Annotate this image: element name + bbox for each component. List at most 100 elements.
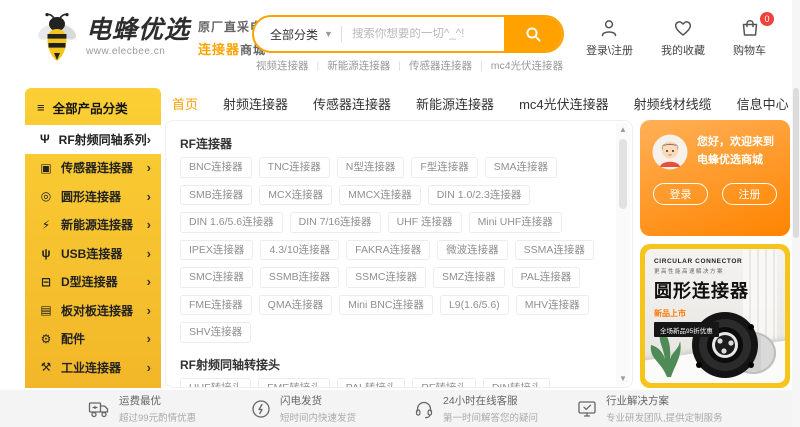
category-tag[interactable]: DIN 1.0/2.3连接器 xyxy=(428,185,531,206)
sidebar-item[interactable]: ΨRF射频同轴系列› xyxy=(25,125,161,154)
category-tag[interactable]: DIN 7/16连接器 xyxy=(290,212,381,233)
sidebar-item[interactable]: ⚡新能源连接器› xyxy=(25,211,161,240)
footer-item-support: 24小时在线客服 第一时间解答您的疑问 xyxy=(414,393,577,424)
sidebar-item-label: D型连接器 xyxy=(61,273,147,290)
chevron-right-icon: › xyxy=(147,189,151,204)
tag-group: UHF转接头FME转接头PAL转接头RF转接头DIN转接头4.3/10转接头QM… xyxy=(180,378,606,389)
chevron-right-icon: › xyxy=(147,331,151,346)
hot-search-link[interactable]: 传感器连接器 xyxy=(409,58,472,73)
category-tag[interactable]: PAL连接器 xyxy=(512,267,581,288)
category-tag[interactable]: QMA连接器 xyxy=(259,295,332,316)
category-tag[interactable]: N型连接器 xyxy=(337,157,405,178)
register-button[interactable]: 注册 xyxy=(722,183,777,205)
category-tag[interactable]: UHF 连接器 xyxy=(388,212,462,233)
cart-button[interactable]: 0 购物车 xyxy=(733,18,766,58)
category-tag[interactable]: FME连接器 xyxy=(180,295,252,316)
category-tag[interactable]: SHV连接器 xyxy=(180,322,251,343)
search-category-dropdown[interactable]: 全部分类 ▼ xyxy=(254,26,341,43)
category-tag[interactable]: L9(1.6/5.6) xyxy=(440,295,509,316)
category-tag[interactable]: SSMC连接器 xyxy=(346,267,426,288)
scrollbar-thumb[interactable] xyxy=(619,139,627,209)
nav-tab[interactable]: 新能源连接器 xyxy=(416,94,494,113)
heart-icon xyxy=(673,18,693,38)
category-tag[interactable]: MHV连接器 xyxy=(516,295,589,316)
chevron-down-icon: ▼ xyxy=(324,29,333,39)
login-register-button[interactable]: 登录\注册 xyxy=(586,18,633,58)
category-tag[interactable]: Mini UHF连接器 xyxy=(469,212,562,233)
sidebar-header[interactable]: ≡ 全部产品分类 xyxy=(25,88,161,125)
banner-promo-badge: 全场新品95折优惠 xyxy=(654,322,719,337)
category-tag[interactable]: DIN转接头 xyxy=(483,378,551,389)
hot-search-link[interactable]: mc4光伏连接器 xyxy=(491,58,563,73)
favorites-button[interactable]: 我的收藏 xyxy=(661,18,705,58)
nav-tab[interactable]: mc4光伏连接器 xyxy=(519,94,609,113)
category-tag[interactable]: F型连接器 xyxy=(411,157,477,178)
brand-domain: www.elecbee.cn xyxy=(86,46,190,57)
site-logo[interactable]: 电蜂优选 www.elecbee.cn 原厂直采电子 连接器商城 xyxy=(34,12,276,62)
sidebar-item[interactable]: ⚒工业连接器› xyxy=(25,353,161,382)
category-tag[interactable]: SMC连接器 xyxy=(180,267,253,288)
sidebar-item[interactable]: ▤板对板连接器› xyxy=(25,296,161,325)
sidebar-item[interactable]: ◎圆形连接器› xyxy=(25,182,161,211)
sidebar-item[interactable]: ψUSB连接器› xyxy=(25,239,161,268)
nav-tab[interactable]: 射频线材线缆 xyxy=(634,94,712,113)
category-tag[interactable]: SMZ连接器 xyxy=(433,267,505,288)
hot-search-link[interactable]: 新能源连接器 xyxy=(327,58,390,73)
sidebar-item[interactable]: ≋线对板连接器› xyxy=(25,382,161,389)
footer-item-solutions: 行业解决方案 专业研发团队,提供定制服务 xyxy=(577,393,740,424)
sidebar-item[interactable]: ▣传感器连接器› xyxy=(25,154,161,183)
header: 电蜂优选 www.elecbee.cn 原厂直采电子 连接器商城 全部分类 ▼ xyxy=(0,0,800,86)
monitor-check-icon xyxy=(577,399,597,419)
sidebar-item[interactable]: ⊟D型连接器› xyxy=(25,268,161,297)
category-tag[interactable]: MMCX连接器 xyxy=(339,185,421,206)
sidebar-item[interactable]: ⚙配件› xyxy=(25,325,161,354)
sidebar-item-label: 板对板连接器 xyxy=(61,302,147,319)
nav-tab[interactable]: 信息中心 xyxy=(737,94,789,113)
category-tag[interactable]: TNC连接器 xyxy=(259,157,330,178)
nav-tab[interactable]: 射频连接器 xyxy=(223,94,288,113)
search-input[interactable] xyxy=(342,28,504,40)
nav-tab[interactable]: 首页 xyxy=(172,94,198,113)
category-tag[interactable]: SMA连接器 xyxy=(485,157,557,178)
category-tag[interactable]: FME转接头 xyxy=(258,378,330,389)
category-tag[interactable]: MCX连接器 xyxy=(259,185,332,206)
page-scrollbar[interactable] xyxy=(792,0,800,427)
promo-banner[interactable]: CIRCULAR CONNECTOR 更高性能高速解决方案 圆形连接器 新品上市… xyxy=(640,244,790,388)
category-tag[interactable]: UHF转接头 xyxy=(180,378,251,389)
footer-item-fast-delivery: 闪电发货 短时间内快速发货 xyxy=(251,393,414,424)
category-tag[interactable]: FAKRA连接器 xyxy=(346,240,430,261)
menu-list-icon: ≡ xyxy=(37,100,45,115)
chevron-right-icon: › xyxy=(147,303,151,318)
login-button[interactable]: 登录 xyxy=(653,183,708,205)
category-tag[interactable]: SSMB连接器 xyxy=(260,267,339,288)
category-tag[interactable]: IPEX连接器 xyxy=(180,240,253,261)
bee-logo-icon xyxy=(34,12,80,62)
sidebar-items: ΨRF射频同轴系列›▣传感器连接器›◎圆形连接器›⚡新能源连接器›ψUSB连接器… xyxy=(25,125,161,388)
section-title: RF射频同轴转接头 xyxy=(180,356,606,373)
user-welcome-card: 您好，欢迎来到 电蜂优选商城 登录 注册 xyxy=(640,120,790,236)
category-tag[interactable]: PAL转接头 xyxy=(337,378,406,389)
page: 电蜂优选 www.elecbee.cn 原厂直采电子 连接器商城 全部分类 ▼ xyxy=(0,0,800,427)
d-type-icon: ⊟ xyxy=(38,275,54,289)
catalog-scrollbar[interactable]: ▲ ▼ xyxy=(616,123,630,385)
truck-icon xyxy=(88,399,110,419)
scroll-up-icon[interactable]: ▲ xyxy=(616,125,630,134)
hot-search-link[interactable]: 视频连接器 xyxy=(256,58,309,73)
chevron-right-icon: › xyxy=(147,132,151,147)
nav-tab[interactable]: 传感器连接器 xyxy=(313,94,391,113)
category-tag[interactable]: 微波连接器 xyxy=(437,240,508,261)
category-tag[interactable]: SSMA连接器 xyxy=(515,240,594,261)
category-tag[interactable]: 4.3/10连接器 xyxy=(260,240,339,261)
category-tag[interactable]: RF转接头 xyxy=(412,378,476,389)
hot-search-links: 视频连接器|新能源连接器|传感器连接器|mc4光伏连接器 xyxy=(256,58,563,73)
page-scrollbar-thumb[interactable] xyxy=(793,88,799,238)
category-tag[interactable]: BNC连接器 xyxy=(180,157,252,178)
search-button[interactable] xyxy=(504,15,562,53)
banner-title: 圆形连接器 xyxy=(654,277,785,303)
search-icon xyxy=(525,26,542,43)
category-tag[interactable]: DIN 1.6/5.6连接器 xyxy=(180,212,283,233)
tag-group: BNC连接器 TNC连接器 N型连接器 F型连接器 SMA连接器 SMB连接器 MCX连接器… xyxy=(180,157,606,350)
scroll-down-icon[interactable]: ▼ xyxy=(616,374,630,383)
category-tag[interactable]: SMB连接器 xyxy=(180,185,252,206)
category-tag[interactable]: Mini BNC连接器 xyxy=(339,295,433,316)
